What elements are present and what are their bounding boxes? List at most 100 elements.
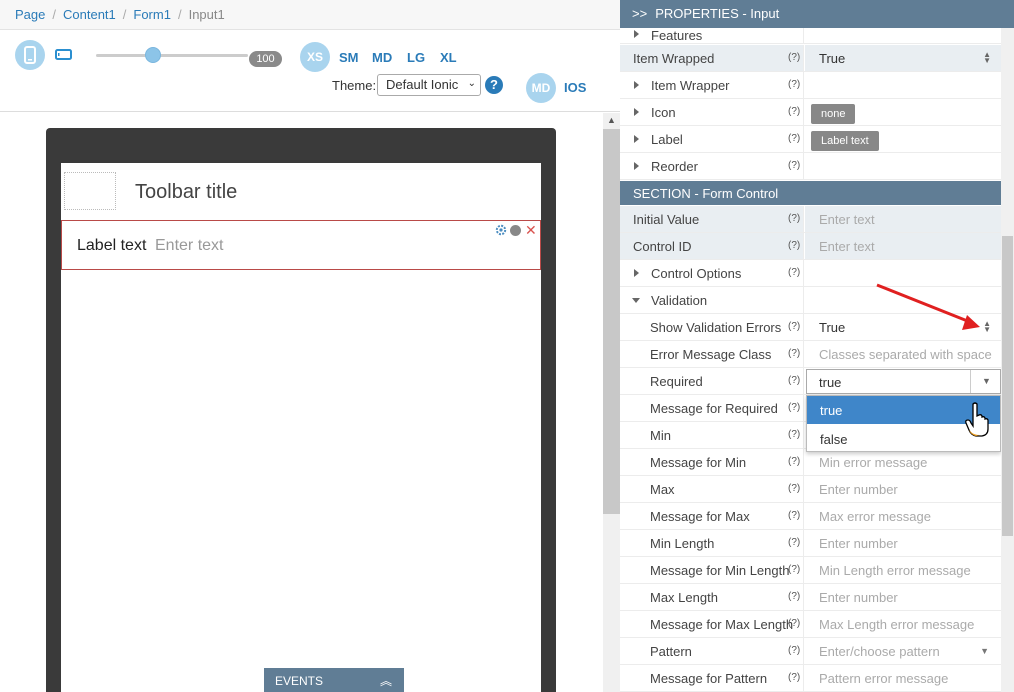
help-mark[interactable]: (?) [788,133,800,144]
close-icon[interactable]: ✕ [525,222,537,239]
property-row-message-for-min[interactable]: Message for Min (?) Min error message [620,449,1001,476]
theme-select[interactable]: Default Ionic ⌄ [377,74,481,96]
message-for-min-length-input[interactable]: Min Length error message [805,557,1001,583]
message-for-max-length-input[interactable]: Max Length error message [805,611,1001,637]
scroll-up-icon[interactable]: ▲ [607,115,616,125]
breadcrumb-form1[interactable]: Form1 [133,7,171,22]
input-placeholder[interactable]: Enter text [155,237,223,255]
property-row-max[interactable]: Max (?) Enter number [620,476,1001,503]
mobile-device-button[interactable] [15,40,45,70]
properties-scrollbar[interactable] [1001,28,1014,692]
selected-input-item[interactable]: Label text Enter text ✕ [61,220,541,270]
help-mark[interactable]: (?) [788,160,800,171]
property-row-control-options[interactable]: Control Options (?) [620,260,1001,287]
breadcrumb-content1[interactable]: Content1 [63,7,116,22]
help-mark[interactable]: (?) [788,456,800,467]
property-row-reorder[interactable]: Reorder (?) [620,153,1001,180]
property-row-label[interactable]: Label (?) Label text [620,126,1001,153]
help-mark[interactable]: (?) [788,645,800,656]
tablet-device-button[interactable] [55,49,73,61]
property-value[interactable]: none [805,99,1001,125]
initial-value-input[interactable]: Enter text [805,206,1001,232]
required-select-value: true [819,375,842,390]
scrollbar-thumb[interactable] [603,129,620,514]
help-mark[interactable]: (?) [788,591,800,602]
required-select[interactable]: true ▼ [806,369,1001,394]
property-label-text: Initial Value [633,212,700,227]
chevron-down-icon[interactable]: ▼ [980,646,989,656]
help-mark[interactable]: (?) [788,510,800,521]
breakpoint-xs-button[interactable]: XS [300,42,330,72]
help-mark[interactable]: (?) [788,429,800,440]
help-mark[interactable]: (?) [788,348,800,359]
help-mark[interactable]: (?) [788,79,800,90]
breakpoint-lg-button[interactable]: LG [407,50,425,65]
property-label-text: Control ID [633,239,692,254]
drag-handle-icon[interactable] [510,225,521,236]
property-row-icon[interactable]: Icon (?) none [620,99,1001,126]
icon-value-pill[interactable]: none [811,104,856,124]
property-row-features[interactable]: Features [620,28,1001,44]
item-wrapped-select[interactable]: True ▲ ▼ [805,45,1001,71]
pattern-combobox[interactable]: Enter/choose pattern ▼ [805,638,1001,664]
help-mark[interactable]: (?) [788,672,800,683]
max-length-input[interactable]: Enter number [805,584,1001,610]
zoom-slider-track[interactable] [96,54,248,57]
help-mark[interactable]: (?) [788,618,800,629]
error-message-class-input[interactable]: Classes separated with space [805,341,1001,367]
breakpoint-md-button[interactable]: MD [372,50,392,65]
tablet-icon [55,49,72,60]
mode-md-button[interactable]: MD [526,73,556,103]
gear-icon[interactable] [495,224,507,236]
breakpoint-sm-button[interactable]: SM [339,50,359,65]
show-validation-errors-select[interactable]: True ▲ ▼ [805,314,1001,340]
property-row-max-length[interactable]: Max Length (?) Enter number [620,584,1001,611]
help-mark[interactable]: (?) [788,483,800,494]
mode-ios-button[interactable]: IOS [564,80,586,95]
help-mark[interactable]: (?) [788,537,800,548]
help-mark[interactable]: (?) [788,106,800,117]
events-panel-toggle[interactable]: EVENTS ︽ [264,668,404,692]
property-row-message-for-max[interactable]: Message for Max (?) Max error message [620,503,1001,530]
property-row-validation[interactable]: Validation [620,287,1001,314]
help-icon[interactable]: ? [485,76,503,94]
toolbar-button-placeholder[interactable] [64,172,116,210]
help-mark[interactable]: (?) [788,564,800,575]
label-value-pill[interactable]: Label text [811,131,879,151]
property-row-initial-value[interactable]: Initial Value (?) Enter text [620,206,1001,233]
breadcrumb-page[interactable]: Page [15,7,45,22]
help-mark[interactable]: (?) [788,52,800,63]
property-row-control-id[interactable]: Control ID (?) Enter text [620,233,1001,260]
help-mark[interactable]: (?) [788,402,800,413]
property-row-show-validation-errors[interactable]: Show Validation Errors (?) True ▲ ▼ [620,314,1001,341]
help-mark[interactable]: (?) [788,240,800,251]
zoom-slider-handle[interactable] [145,47,161,63]
property-row-min-length[interactable]: Min Length (?) Enter number [620,530,1001,557]
toolbar-title[interactable]: Toolbar title [135,181,237,204]
message-for-pattern-input[interactable]: Pattern error message [805,665,1001,691]
property-row-message-for-max-length[interactable]: Message for Max Length (?) Max Length err… [620,611,1001,638]
min-length-input[interactable]: Enter number [805,530,1001,556]
required-select-toggle[interactable]: ▼ [970,370,1000,393]
property-label-text: Max Length [650,590,718,605]
section-form-control[interactable]: SECTION - Form Control [620,181,1001,205]
property-label-text: Max [650,482,675,497]
control-id-input[interactable]: Enter text [805,233,1001,259]
help-mark[interactable]: (?) [788,375,800,386]
property-row-item-wrapped[interactable]: Item Wrapped (?) True ▲ ▼ [620,45,1001,72]
max-input[interactable]: Enter number [805,476,1001,502]
property-row-message-for-min-length[interactable]: Message for Min Length (?) Min Length err… [620,557,1001,584]
property-row-error-message-class[interactable]: Error Message Class (?) Classes separated… [620,341,1001,368]
help-mark[interactable]: (?) [788,321,800,332]
help-mark[interactable]: (?) [788,267,800,278]
property-row-pattern[interactable]: Pattern (?) Enter/choose pattern ▼ [620,638,1001,665]
message-for-max-input[interactable]: Max error message [805,503,1001,529]
property-value[interactable]: Label text [805,126,1001,152]
scrollbar-thumb[interactable] [1002,236,1013,536]
help-mark[interactable]: (?) [788,213,800,224]
collapse-panel-icon[interactable]: >> [632,6,647,21]
property-row-item-wrapper[interactable]: Item Wrapper (?) [620,72,1001,99]
breakpoint-xl-button[interactable]: XL [440,50,457,65]
property-row-message-for-pattern[interactable]: Message for Pattern (?) Pattern error mes… [620,665,1001,692]
canvas-scrollbar[interactable]: ▲ [603,113,620,692]
